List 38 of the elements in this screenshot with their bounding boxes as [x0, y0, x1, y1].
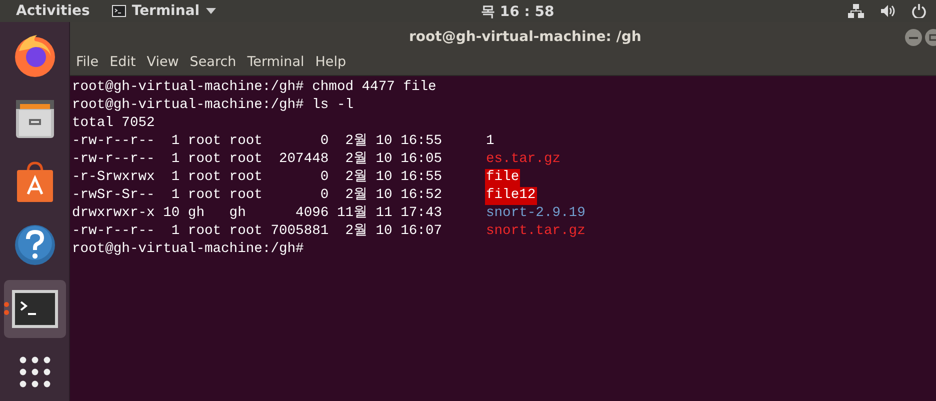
minimize-icon — [909, 36, 918, 38]
dock-item[interactable] — [4, 280, 66, 338]
terminal-icon — [112, 5, 126, 17]
network-icon[interactable] — [848, 4, 864, 18]
terminal-line: root@gh-virtual-machine:/gh# — [72, 242, 304, 257]
caret-icon — [206, 8, 216, 14]
power-icon[interactable] — [912, 4, 926, 18]
window-title: root@gh-virtual-machine: /gh — [409, 28, 642, 44]
terminal-line: total 7052 — [72, 116, 155, 131]
app-menu[interactable]: Terminal — [112, 3, 216, 19]
help-icon — [14, 224, 56, 266]
file-name: 1 — [485, 133, 496, 151]
terminal-icon — [12, 290, 58, 328]
menu-item[interactable]: File — [74, 51, 105, 75]
menu-item[interactable]: View — [144, 51, 185, 75]
file-details: -rwSr-Sr-- 1 root root 0 2월 10 16:52 — [72, 187, 444, 205]
file-details: -r-Srwxrwx 1 root root 0 2월 10 16:55 — [72, 169, 444, 187]
file-name: es.tar.gz — [485, 151, 562, 169]
file-name: snort.tar.gz — [485, 223, 586, 241]
clock[interactable]: 목 16 : 58 — [481, 3, 554, 21]
menu-item[interactable]: Search — [188, 51, 242, 75]
volume-icon[interactable] — [880, 4, 896, 18]
file-details: drwxrwxr-x 10 gh gh 4096 11월 11 17:43 — [72, 205, 444, 223]
menu-item[interactable]: Edit — [108, 51, 142, 75]
terminal-line: root@gh-virtual-machine:/gh# chmod 4477 file — [72, 80, 436, 95]
file-details: -rw-r--r-- 1 root root 0 2월 10 16:55 — [72, 133, 444, 151]
maximize-icon — [929, 34, 936, 41]
file-name: file — [485, 169, 520, 187]
menu-item[interactable]: Help — [313, 51, 352, 75]
activities-button[interactable]: Activities — [14, 3, 92, 19]
file-name: snort-2.9.19 — [485, 205, 586, 223]
file-details: -rw-r--r-- 1 root root 7005881 2월 10 16:07 — [72, 223, 444, 241]
app-grid-icon — [18, 355, 52, 390]
terminal-line: root@gh-virtual-machine:/gh# ls -l — [72, 98, 354, 113]
file-name: file12 — [485, 187, 537, 205]
menu-item[interactable]: Terminal — [245, 51, 310, 75]
minimize-button[interactable] — [905, 29, 922, 46]
file-details: -rw-r--r-- 1 root root 207448 2월 10 16:05 — [72, 151, 444, 169]
